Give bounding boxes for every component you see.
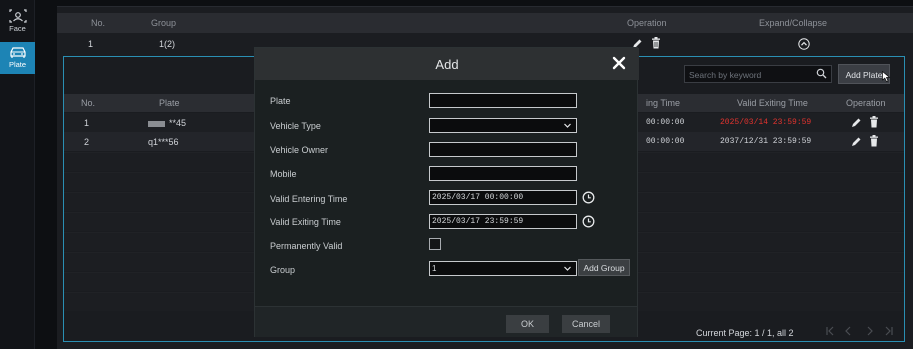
group-table-header: No. Group Operation Expand/Collapse (57, 13, 913, 33)
plate-input[interactable] (429, 93, 577, 108)
ok-button[interactable]: OK (506, 315, 549, 333)
row-exiting: 2037/12/31 23:59:59 (720, 137, 812, 146)
car-icon (9, 47, 26, 58)
add-plate-label: Add Plate (845, 70, 883, 80)
group-row-no: 1 (88, 39, 94, 49)
vehicle-owner-input[interactable] (429, 142, 577, 157)
cancel-button[interactable]: Cancel (562, 315, 610, 333)
pagination-controls[interactable] (824, 325, 896, 337)
mobile-label: Mobile (270, 169, 297, 179)
pager-text: Current Page: 1 / 1, all 2 (696, 328, 794, 338)
row-plate: q1***56 (148, 137, 179, 147)
row-no: 1 (84, 118, 90, 128)
plate-header-plate: Plate (159, 98, 180, 108)
edit-icon[interactable] (851, 136, 862, 147)
add-group-button[interactable]: Add Group (578, 259, 630, 276)
plate-header-no: No. (81, 98, 96, 108)
clock-icon[interactable] (582, 191, 595, 204)
group-value: 1 (432, 264, 437, 273)
plate-label: Plate (270, 96, 291, 106)
collapse-icon[interactable] (798, 38, 810, 50)
row-entering: 00:00:00 (646, 137, 685, 146)
row-plate: **45 (148, 118, 186, 128)
group-select[interactable]: 1 (429, 261, 577, 276)
row-entering: 00:00:00 (646, 118, 685, 127)
plate-header-operation: Operation (846, 98, 886, 108)
dialog-footer: OK Cancel (255, 306, 637, 337)
group-label: Group (270, 265, 296, 275)
group-header-group: Group (151, 18, 177, 28)
entering-time-input[interactable]: 2025/03/17 00:00:00 (429, 190, 577, 205)
nav-plate-label: Plate (8, 60, 27, 69)
permanent-label: Permanently Valid (270, 241, 343, 251)
group-row-group: 1(2) (159, 39, 176, 49)
group-header-operation: Operation (627, 18, 667, 28)
delete-icon[interactable] (869, 135, 879, 147)
exiting-time-input[interactable]: 2025/03/17 23:59:59 (429, 214, 577, 229)
nav-item-face[interactable]: Face (0, 6, 35, 36)
permanently-valid-checkbox[interactable] (429, 238, 441, 250)
face-icon (8, 9, 27, 23)
entering-time-label: Valid Entering Time (270, 194, 348, 204)
exiting-time-label: Valid Exiting Time (270, 217, 341, 227)
row-no: 2 (84, 137, 90, 147)
row-exiting: 2025/03/14 23:59:59 (720, 118, 812, 127)
plate-header-entering: ing Time (646, 98, 681, 108)
group-header-expand: Expand/Collapse (759, 18, 828, 28)
close-icon[interactable] (611, 55, 627, 71)
chevron-down-icon (564, 123, 571, 128)
nav-item-plate[interactable]: Plate (0, 42, 35, 74)
delete-icon[interactable] (869, 116, 879, 128)
mobile-input[interactable] (429, 166, 577, 181)
vehicle-type-select[interactable] (429, 118, 577, 133)
search-icon[interactable] (816, 68, 827, 79)
group-header-no: No. (91, 18, 106, 28)
vehicle-owner-label: Vehicle Owner (270, 145, 329, 155)
vehicle-type-label: Vehicle Type (270, 121, 321, 131)
add-plate-dialog: Add Plate Vehicle Type Vehicle Owner Mob… (254, 47, 639, 337)
left-nav: Face Plate (0, 0, 35, 349)
search-placeholder: Search by keyword (689, 70, 762, 80)
nav-face-label: Face (9, 24, 26, 33)
row-plate-text: **45 (169, 118, 187, 128)
mouse-cursor-icon (882, 71, 891, 82)
redacted-mask (148, 120, 165, 127)
chevron-down-icon (564, 266, 571, 271)
plate-header-exiting: Valid Exiting Time (737, 98, 808, 108)
search-input[interactable]: Search by keyword (684, 65, 832, 83)
delete-icon[interactable] (651, 37, 661, 49)
dialog-title: Add (255, 48, 639, 80)
clock-icon[interactable] (582, 215, 595, 228)
edit-icon[interactable] (851, 117, 862, 128)
